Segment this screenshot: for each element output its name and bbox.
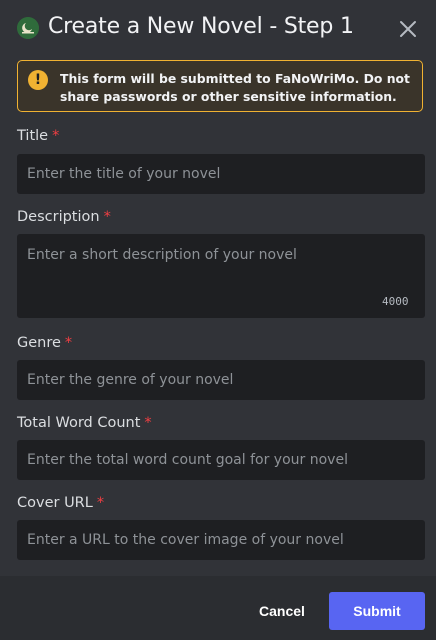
description-textarea[interactable] <box>17 234 425 318</box>
warning-text-before: This form will be submitted to <box>60 71 275 86</box>
cancel-button[interactable]: Cancel <box>246 597 318 625</box>
app-avatar-icon <box>17 17 39 39</box>
modal-title: Create a New Novel - Step 1 <box>48 14 354 39</box>
cover-url-label: Cover URL * <box>17 495 104 511</box>
warning-banner: ! This form will be submitted to FaNoWri… <box>17 60 423 112</box>
exclamation-circle-icon: ! <box>28 70 48 90</box>
genre-input[interactable] <box>17 360 425 400</box>
genre-label-text: Genre <box>17 335 61 351</box>
description-label-text: Description <box>17 209 100 225</box>
submit-button[interactable]: Submit <box>329 592 425 630</box>
warning-text: This form will be submitted to FaNoWriMo… <box>60 70 415 106</box>
required-asterisk: * <box>52 128 60 144</box>
word-count-input[interactable] <box>17 440 425 480</box>
required-asterisk: * <box>96 495 105 511</box>
cover-url-input[interactable] <box>17 520 425 560</box>
title-input[interactable] <box>17 154 425 194</box>
warning-app-name: FaNoWriMo <box>274 71 355 86</box>
required-asterisk: * <box>103 209 111 225</box>
genre-label: Genre * <box>17 335 72 351</box>
character-limit-counter: 4000 <box>382 295 409 308</box>
word-count-label-text: Total Word Count <box>17 415 141 431</box>
title-label-text: Title <box>17 128 49 144</box>
required-asterisk: * <box>64 335 73 351</box>
cover-url-label-text: Cover URL <box>17 495 93 511</box>
modal-footer: Cancel Submit <box>0 576 436 640</box>
title-label: Title * <box>17 128 59 144</box>
word-count-label: Total Word Count * <box>17 415 152 431</box>
required-asterisk: * <box>144 415 152 431</box>
close-icon[interactable] <box>398 19 418 39</box>
modal-header: Create a New Novel - Step 1 <box>0 0 436 58</box>
description-label: Description * <box>17 209 111 225</box>
